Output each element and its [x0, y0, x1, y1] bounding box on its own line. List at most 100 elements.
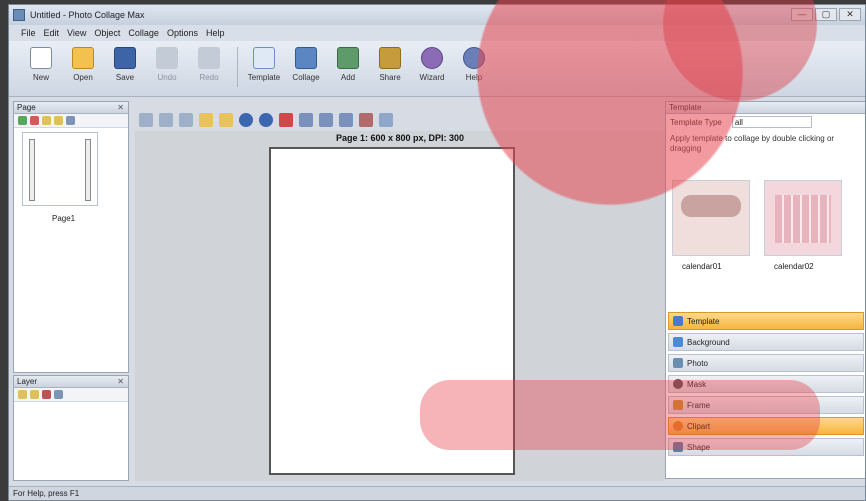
- template-panel: Template Template Type all Apply templat…: [665, 101, 865, 479]
- app-window: Untitled - Photo Collage Max — ▢ ✕ File …: [8, 4, 866, 501]
- page-properties-icon[interactable]: [66, 116, 75, 125]
- collage-page[interactable]: [269, 147, 515, 475]
- pages-toolbar: [14, 114, 128, 128]
- menu-bar: File Edit View Object Collage Options He…: [9, 25, 865, 41]
- template-button[interactable]: Template: [244, 47, 284, 82]
- maximize-button[interactable]: ▢: [815, 8, 837, 21]
- page-thumbnail[interactable]: [22, 132, 98, 206]
- paste-page-icon[interactable]: [54, 116, 63, 125]
- template-thumbnail[interactable]: [764, 180, 842, 256]
- category-shape[interactable]: Shape: [668, 438, 864, 456]
- share-button[interactable]: Share: [370, 47, 410, 82]
- category-mask[interactable]: Mask: [668, 375, 864, 393]
- grid-tool-icon[interactable]: [159, 113, 173, 127]
- title-bar: Untitled - Photo Collage Max — ▢ ✕: [9, 5, 865, 25]
- distribute-icon[interactable]: [319, 113, 333, 127]
- page-thumbnail-label: Page1: [52, 214, 76, 223]
- align-icon[interactable]: [299, 113, 313, 127]
- layer-up-icon[interactable]: [18, 390, 27, 399]
- thumbnail-edge: [85, 139, 91, 201]
- new-icon: [30, 47, 52, 69]
- category-frame[interactable]: Frame: [668, 396, 864, 414]
- layer-down-icon[interactable]: [30, 390, 39, 399]
- template-thumbnail[interactable]: [672, 180, 750, 256]
- category-background[interactable]: Background: [668, 333, 864, 351]
- menu-options[interactable]: Options: [167, 28, 198, 38]
- template-artwork: [681, 195, 741, 217]
- pages-panel-title: Page: [17, 103, 36, 112]
- page-caption: Page 1: 600 x 800 px, DPI: 300: [335, 133, 465, 143]
- crop-tool-icon[interactable]: [179, 113, 193, 127]
- menu-help[interactable]: Help: [206, 28, 225, 38]
- delete-page-icon[interactable]: [30, 116, 39, 125]
- open-button[interactable]: Open: [63, 47, 103, 82]
- toolbar-separator: [237, 47, 238, 87]
- frame-icon: [673, 400, 683, 410]
- template-hint: Apply template to collage by double clic…: [670, 134, 835, 153]
- rotate-tool-icon[interactable]: [199, 113, 213, 127]
- window-title: Untitled - Photo Collage Max: [30, 10, 145, 20]
- thumbnail-edge: [29, 139, 35, 201]
- redo-button[interactable]: Redo: [189, 47, 229, 82]
- save-icon: [114, 47, 136, 69]
- pages-panel-close-icon[interactable]: ✕: [117, 102, 124, 114]
- add-page-icon[interactable]: [18, 116, 27, 125]
- menu-view[interactable]: View: [67, 28, 86, 38]
- save-button[interactable]: Save: [105, 47, 145, 82]
- menu-edit[interactable]: Edit: [44, 28, 60, 38]
- template-type-select[interactable]: all: [731, 116, 812, 128]
- pages-panel: Page ✕ Page1: [13, 101, 129, 373]
- menu-object[interactable]: Object: [94, 28, 120, 38]
- template-type-label: Template Type: [670, 117, 722, 127]
- arrange-icon[interactable]: [339, 113, 353, 127]
- menu-collage[interactable]: Collage: [128, 28, 159, 38]
- rotate-left-icon[interactable]: [239, 113, 253, 127]
- new-button[interactable]: New: [21, 47, 61, 82]
- template-label: calendar02: [774, 262, 814, 271]
- delete-icon[interactable]: [279, 113, 293, 127]
- category-clipart[interactable]: Clipart: [668, 417, 864, 435]
- status-bar: For Help, press F1: [9, 486, 865, 500]
- template-icon: [253, 47, 275, 69]
- template-panel-title: Template: [669, 103, 702, 112]
- wizard-icon: [421, 47, 443, 69]
- rotate-right-icon[interactable]: [259, 113, 273, 127]
- layers-panel-close-icon[interactable]: ✕: [117, 376, 124, 388]
- category-photo[interactable]: Photo: [668, 354, 864, 372]
- close-button[interactable]: ✕: [839, 8, 861, 21]
- menu-file[interactable]: File: [21, 28, 36, 38]
- mask-icon: [673, 379, 683, 389]
- canvas-area[interactable]: Page 1: 600 x 800 px, DPI: 300: [135, 131, 665, 481]
- category-template[interactable]: Template: [668, 312, 864, 330]
- help-icon: [463, 47, 485, 69]
- share-icon: [379, 47, 401, 69]
- template-icon: [673, 316, 683, 326]
- add-button[interactable]: Add: [328, 47, 368, 82]
- help-button[interactable]: Help: [454, 47, 494, 82]
- layer-properties-icon[interactable]: [54, 390, 63, 399]
- template-artwork: [775, 195, 831, 243]
- shape-icon: [673, 442, 683, 452]
- delete-layer-icon[interactable]: [42, 390, 51, 399]
- image-properties-icon[interactable]: [359, 113, 373, 127]
- background-icon: [673, 337, 683, 347]
- template-label: calendar01: [682, 262, 722, 271]
- clipart-icon: [673, 421, 683, 431]
- copy-page-icon[interactable]: [42, 116, 51, 125]
- minimize-button[interactable]: —: [791, 8, 813, 21]
- photo-icon: [673, 358, 683, 368]
- select-tool-icon[interactable]: [139, 113, 153, 127]
- redo-icon: [198, 47, 220, 69]
- wizard-button[interactable]: Wizard: [412, 47, 452, 82]
- effect-tool-icon[interactable]: [219, 113, 233, 127]
- add-icon: [337, 47, 359, 69]
- edit-toolbar: [135, 109, 665, 131]
- app-icon: [13, 9, 25, 21]
- undo-icon: [156, 47, 178, 69]
- open-folder-icon: [72, 47, 94, 69]
- layers-panel: Layer ✕: [13, 375, 129, 481]
- template-grid: calendar01 calendar02: [670, 178, 864, 298]
- collage-button[interactable]: Collage: [286, 47, 326, 82]
- undo-button[interactable]: Undo: [147, 47, 187, 82]
- zoom-icon[interactable]: [379, 113, 393, 127]
